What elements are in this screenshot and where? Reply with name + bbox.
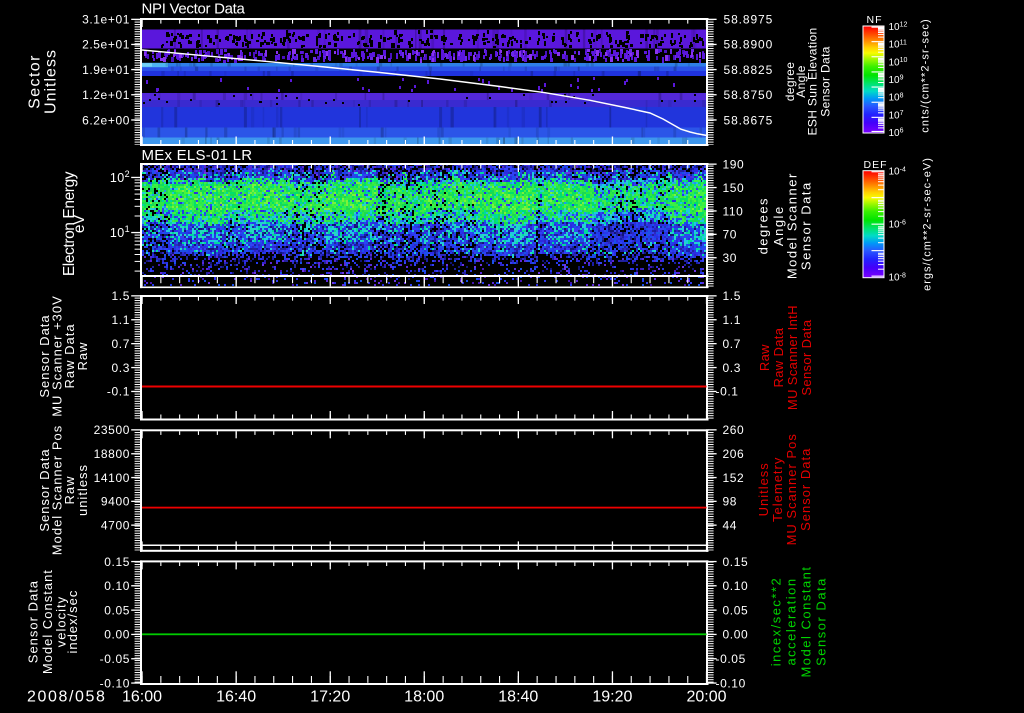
- svg-text:Sensor Data: Sensor Data: [798, 448, 813, 531]
- svg-text:2.5e+01: 2.5e+01: [82, 38, 130, 52]
- svg-text:0.00: 0.00: [104, 628, 130, 642]
- svg-text:MU Scanner IntH: MU Scanner IntH: [785, 305, 800, 410]
- svg-text:Unitless: Unitless: [756, 462, 771, 516]
- svg-text:58.8675: 58.8675: [724, 113, 774, 127]
- svg-text:eV: eV: [71, 214, 88, 233]
- svg-text:1.9e+01: 1.9e+01: [82, 63, 130, 77]
- svg-text:18800: 18800: [94, 447, 130, 461]
- svg-text:0.10: 0.10: [104, 579, 130, 593]
- svg-text:0.10: 0.10: [723, 579, 749, 593]
- svg-text:0.3: 0.3: [112, 361, 130, 375]
- svg-text:Raw: Raw: [757, 344, 772, 371]
- svg-text:1.2e+01: 1.2e+01: [82, 88, 130, 102]
- svg-text:Angle: Angle: [771, 205, 786, 246]
- svg-text:Raw Data: Raw Data: [771, 327, 786, 387]
- svg-text:16:40: 16:40: [216, 689, 256, 706]
- svg-text:index/sec: index/sec: [65, 590, 80, 654]
- svg-text:44: 44: [723, 518, 738, 532]
- svg-text:14100: 14100: [94, 471, 130, 485]
- svg-text:Unitless: Unitless: [43, 49, 60, 114]
- svg-text:152: 152: [723, 471, 745, 485]
- svg-text:DEF: DEF: [864, 159, 888, 171]
- svg-text:degree: degree: [783, 62, 797, 101]
- svg-text:18:40: 18:40: [498, 689, 538, 706]
- svg-text:NF: NF: [867, 14, 883, 26]
- svg-text:Raw: Raw: [75, 341, 90, 370]
- svg-text:58.8975: 58.8975: [724, 13, 774, 27]
- svg-text:150: 150: [723, 181, 745, 195]
- svg-text:20:00: 20:00: [686, 689, 726, 706]
- svg-text:23500: 23500: [94, 423, 130, 437]
- svg-text:Sector: Sector: [26, 54, 43, 109]
- svg-text:260: 260: [723, 423, 745, 437]
- svg-text:Sensor Data: Sensor Data: [799, 319, 814, 396]
- svg-text:0.05: 0.05: [104, 603, 130, 617]
- svg-text:1.1: 1.1: [112, 313, 130, 327]
- svg-text:acceleration: acceleration: [783, 577, 798, 665]
- svg-text:0.15: 0.15: [723, 555, 749, 569]
- svg-text:2008/058: 2008/058: [27, 689, 107, 706]
- svg-text:-0.05: -0.05: [716, 652, 746, 666]
- svg-text:9400: 9400: [101, 495, 130, 509]
- svg-text:17:20: 17:20: [310, 689, 350, 706]
- svg-text:Sensor Data: Sensor Data: [26, 580, 41, 663]
- svg-text:0.05: 0.05: [723, 603, 749, 617]
- svg-text:0.3: 0.3: [723, 361, 741, 375]
- svg-text:6.2e+00: 6.2e+00: [82, 113, 130, 127]
- svg-text:3.1e+01: 3.1e+01: [82, 13, 130, 27]
- svg-text:1.1: 1.1: [723, 313, 741, 327]
- svg-text:ergs/(cm**2-sr-sec-eV): ergs/(cm**2-sr-sec-eV): [922, 157, 934, 291]
- svg-text:Sensor Data: Sensor Data: [814, 577, 829, 666]
- svg-text:58.8825: 58.8825: [724, 63, 774, 77]
- svg-text:unitless: unitless: [75, 464, 90, 516]
- svg-text:-0.1: -0.1: [716, 385, 739, 399]
- svg-text:Model Constant: Model Constant: [799, 565, 814, 677]
- svg-text:16:00: 16:00: [122, 689, 162, 706]
- svg-text:degrees: degrees: [756, 197, 771, 254]
- svg-text:Sensor Data: Sensor Data: [818, 46, 832, 117]
- svg-text:18:00: 18:00: [404, 689, 444, 706]
- svg-text:1.5: 1.5: [112, 289, 130, 303]
- svg-text:70: 70: [723, 228, 738, 242]
- svg-text:30: 30: [723, 251, 738, 265]
- svg-text:0.00: 0.00: [723, 628, 749, 642]
- svg-text:58.8900: 58.8900: [724, 38, 774, 52]
- svg-text:Sensor Data: Sensor Data: [799, 181, 814, 270]
- svg-text:cnts/(cm**2-sr-sec): cnts/(cm**2-sr-sec): [920, 18, 932, 132]
- svg-text:MU Scanner Pos: MU Scanner Pos: [784, 433, 799, 545]
- svg-text:MEx ELS-01 LR: MEx ELS-01 LR: [142, 147, 253, 164]
- svg-text:98: 98: [723, 495, 738, 509]
- svg-text:incex/sec**2: incex/sec**2: [768, 577, 783, 667]
- svg-text:0.15: 0.15: [104, 555, 130, 569]
- svg-text:-0.05: -0.05: [100, 652, 130, 666]
- svg-text:1.5: 1.5: [723, 289, 741, 303]
- svg-text:19:20: 19:20: [592, 689, 632, 706]
- svg-text:Telemetry: Telemetry: [770, 457, 785, 522]
- svg-text:0.7: 0.7: [723, 337, 741, 351]
- svg-text:0.7: 0.7: [112, 337, 130, 351]
- svg-text:206: 206: [723, 447, 745, 461]
- svg-text:4700: 4700: [101, 518, 130, 532]
- svg-text:110: 110: [723, 204, 744, 218]
- svg-text:190: 190: [723, 158, 745, 172]
- svg-text:58.8750: 58.8750: [724, 88, 774, 102]
- svg-text:NPI Vector Data: NPI Vector Data: [142, 1, 246, 18]
- svg-text:-0.1: -0.1: [107, 385, 130, 399]
- svg-text:Model Scanner: Model Scanner: [785, 172, 800, 279]
